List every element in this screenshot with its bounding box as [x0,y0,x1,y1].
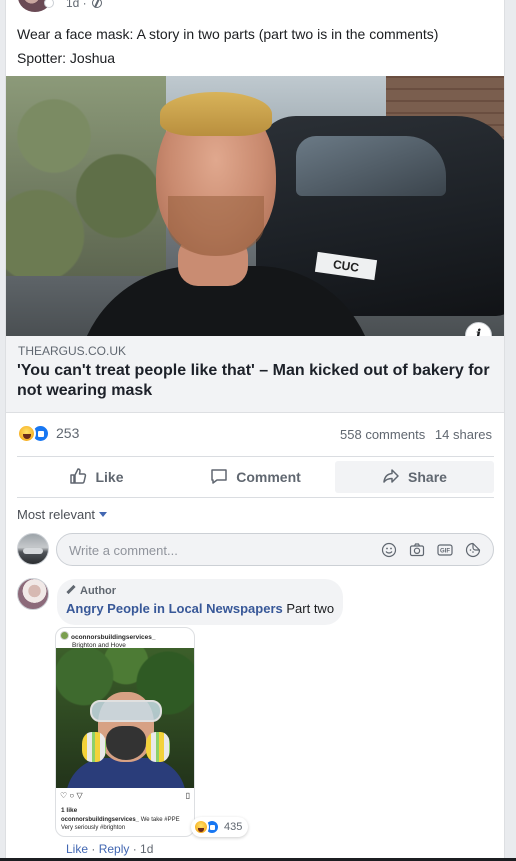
like-button[interactable]: Like [17,461,176,493]
divider [17,497,494,498]
comment-input[interactable] [69,541,369,559]
ig-shirt [66,758,186,788]
ig-photo [56,648,194,788]
comment-bubble: Author Angry People in Local Newspapers … [57,579,343,625]
post-meta: 1d · [66,0,103,10]
gif-icon[interactable]: GIF [437,542,453,558]
share-button[interactable]: Share [335,461,494,493]
comments-count[interactable]: 558 comments [340,427,425,442]
page-avatar[interactable] [18,0,54,12]
comment-time[interactable]: 1d [140,842,153,856]
avatar-badge-icon [44,0,54,8]
ig-goggles [90,700,162,722]
link-preview-image[interactable]: CUC [6,76,504,336]
ig-filter-left [82,732,106,762]
ig-heart-icon: ♡ [60,791,68,800]
svg-text:GIF: GIF [440,549,450,555]
sort-label: Most relevant [17,507,96,522]
comment-label: Comment [236,469,301,485]
author-badge: Author [66,584,117,597]
haha-reaction-icon [17,423,36,443]
post-text: Wear a face mask: A story in two parts (… [17,22,497,70]
reaction-summary[interactable]: 253 [17,423,79,443]
ig-caption-user: oconnorsbuildingservices_ [61,817,140,823]
comment-like-link[interactable]: Like [66,842,88,856]
post-text-line2: Spotter: Joshua [17,50,116,66]
link-domain: THEARGUS.CO.UK [18,344,127,358]
comment-attached-image[interactable]: oconnorsbuildingservices_ Brighton and H… [55,627,195,837]
reaction-count[interactable]: 253 [56,425,79,441]
comment-reaction-count: 435 [224,821,243,833]
ig-username: oconnorsbuildingservices_ [71,634,156,641]
ig-bookmark-icon: ▯ [185,791,190,800]
pencil-icon [66,584,76,595]
ig-send-icon: ▽ [76,791,83,800]
ig-likes: 1 like [61,807,78,814]
ig-respirator [106,726,146,760]
comment-box-icons: GIF [381,542,481,558]
like-label: Like [95,469,124,485]
person-beard [168,196,264,256]
globe-icon [92,0,103,8]
share-label: Share [408,469,447,485]
post-time[interactable]: 1d · [66,0,87,10]
share-icon [382,467,400,488]
ig-caption: oconnorsbuildingservices_ We take #PPE V… [61,816,189,832]
haha-reaction-icon [193,819,209,835]
post-stats: 558 comments 14 shares [340,427,492,442]
post-card: 1d · Wear a face mask: A story in two pa… [5,0,505,861]
comment-text: Part two [286,601,335,616]
comment-author: Angry People in Local Newspapers Part tw… [66,601,334,616]
ig-avatar [60,631,69,640]
post-actions: Like Comment Share [17,461,494,493]
comment-box[interactable]: GIF [56,533,494,566]
link-title[interactable]: 'You can't treat people like that' – Man… [17,361,502,401]
camera-icon[interactable] [409,542,425,558]
comment-reply-link[interactable]: Reply [99,842,130,856]
caret-down-icon [99,512,108,517]
thumbs-up-icon [69,467,87,488]
ig-filter-right [146,732,170,762]
emoji-icon[interactable] [381,542,397,558]
comment-actions: Like · Reply · 1d [66,842,154,856]
photo-person [76,86,376,336]
person-hair [160,92,272,136]
commenter-avatar[interactable] [17,578,49,610]
comment-reaction-summary[interactable]: 435 [191,817,249,837]
comment-icon [210,467,228,488]
comment-button[interactable]: Comment [176,461,335,493]
shares-count[interactable]: 14 shares [435,427,492,442]
ig-action-bar: ♡ ○ ▽ ▯ [60,791,192,801]
link-preview[interactable]: THEARGUS.CO.UK 'You can't treat people l… [6,336,504,413]
post-text-line1: Wear a face mask: A story in two parts (… [17,26,439,42]
current-user-avatar[interactable] [17,533,49,565]
ig-comment-icon: ○ [69,791,75,800]
comment-author-name[interactable]: Angry People in Local Newspapers [66,601,283,616]
sticker-icon[interactable] [465,542,481,558]
author-badge-label: Author [80,585,117,597]
divider [17,456,494,457]
comment-sort-dropdown[interactable]: Most relevant [17,507,108,522]
